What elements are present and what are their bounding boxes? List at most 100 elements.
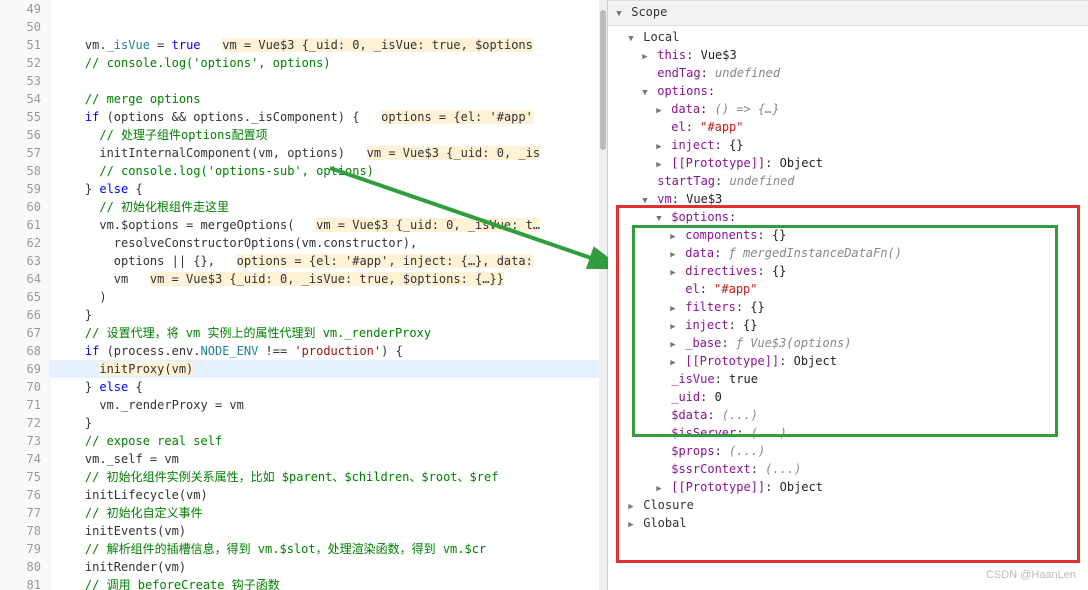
expand-icon[interactable] — [626, 514, 636, 534]
scope-var-sdata[interactable]: $data: (...) — [654, 406, 1084, 424]
scope-var-el[interactable]: el: "#app" — [654, 118, 1084, 136]
expand-icon[interactable] — [640, 190, 650, 210]
code-line[interactable]: // 调用 beforeCreate 钩子函数 — [50, 576, 607, 590]
scope-var-inject2[interactable]: inject: {} — [668, 316, 1084, 334]
code-line[interactable]: initRender(vm) — [50, 558, 607, 576]
code-line[interactable]: initInternalComponent(vm, options) vm = … — [50, 144, 607, 162]
expand-icon[interactable] — [626, 28, 636, 48]
watermark: CSDN @HaanLen — [986, 566, 1076, 584]
code-line[interactable]: initEvents(vm) — [50, 522, 607, 540]
scope-var-options2[interactable]: $options: — [654, 208, 1084, 226]
code-line[interactable]: vm.$options = mergeOptions( vm = Vue$3 {… — [50, 216, 607, 234]
expand-icon[interactable] — [668, 298, 678, 318]
expand-icon[interactable] — [654, 478, 664, 498]
local-section[interactable]: Local — [626, 28, 1084, 46]
code-line[interactable]: // 初始化自定义事件 — [50, 504, 607, 522]
scope-var-data2[interactable]: data: ƒ mergedInstanceDataFn() — [668, 244, 1084, 262]
scope-var-proto[interactable]: [[Prototype]]: Object — [654, 154, 1084, 172]
code-line[interactable]: ) — [50, 288, 607, 306]
code-line[interactable]: // 处理子组件options配置项 — [50, 126, 607, 144]
expand-icon[interactable] — [668, 334, 678, 354]
scope-var-isvue[interactable]: _isVue: true — [654, 370, 1084, 388]
scope-panel: Scope Local this: Vue$3 endTag: undefine… — [608, 0, 1088, 590]
scope-var-vm[interactable]: vm: Vue$3 — [640, 190, 1084, 208]
var-value: {} — [722, 138, 744, 152]
scope-var-starttag[interactable]: startTag: undefined — [640, 172, 1084, 190]
var-value: Object — [772, 156, 823, 170]
scope-var-base[interactable]: _base: ƒ Vue$3(options) — [668, 334, 1084, 352]
scope-var-proto2[interactable]: [[Prototype]]: Object — [668, 352, 1084, 370]
scope-var-uid[interactable]: _uid: 0 — [654, 388, 1084, 406]
var-value: (...) — [744, 426, 787, 440]
expand-icon[interactable] — [640, 46, 650, 66]
code-line[interactable]: } else { — [50, 378, 607, 396]
code-line[interactable]: // merge options — [50, 90, 607, 108]
code-content[interactable]: vm._isVue = true vm = Vue$3 {_uid: 0, _i… — [50, 0, 607, 590]
code-line[interactable]: vm vm = Vue$3 {_uid: 0, _isVue: true, $o… — [50, 270, 607, 288]
var-name: options — [657, 84, 708, 98]
code-line[interactable]: if (process.env.NODE_ENV !== 'production… — [50, 342, 607, 360]
var-name: [[Prototype]] — [685, 354, 779, 368]
scope-var-el2[interactable]: el: "#app" — [668, 280, 1084, 298]
var-value: {} — [765, 264, 787, 278]
expand-icon[interactable] — [654, 136, 664, 156]
code-line[interactable] — [50, 72, 607, 90]
code-line[interactable]: } else { — [50, 180, 607, 198]
code-line[interactable]: // 初始化组件实例关系属性，比如 $parent、$children、$roo… — [50, 468, 607, 486]
expand-icon[interactable] — [626, 496, 636, 516]
code-line[interactable]: } — [50, 414, 607, 432]
expand-icon[interactable] — [668, 262, 678, 282]
code-line[interactable]: options || {}, options = {el: '#app', in… — [50, 252, 607, 270]
code-line[interactable]: vm._renderProxy = vm — [50, 396, 607, 414]
scroll-thumb[interactable] — [600, 10, 606, 150]
expand-icon[interactable] — [668, 226, 678, 246]
expand-icon[interactable] — [654, 208, 664, 228]
code-line[interactable]: if (options && options._isComponent) { o… — [50, 108, 607, 126]
expand-icon[interactable] — [668, 244, 678, 264]
closure-section[interactable]: Closure — [626, 496, 1084, 514]
scope-title: Scope — [631, 5, 667, 19]
expand-icon[interactable] — [614, 3, 624, 23]
var-name: _uid — [671, 390, 700, 404]
scope-var-filters[interactable]: filters: {} — [668, 298, 1084, 316]
code-line[interactable]: resolveConstructorOptions(vm.constructor… — [50, 234, 607, 252]
code-line[interactable]: initLifecycle(vm) — [50, 486, 607, 504]
code-line[interactable]: // expose real self — [50, 432, 607, 450]
global-section[interactable]: Global — [626, 514, 1084, 532]
var-name: data — [685, 246, 714, 260]
code-scrollbar[interactable] — [599, 0, 607, 590]
scope-var-options[interactable]: options: — [640, 82, 1084, 100]
expand-icon[interactable] — [654, 100, 664, 120]
var-value: "#app" — [714, 282, 757, 296]
scope-var-components[interactable]: components: {} — [668, 226, 1084, 244]
code-line[interactable]: initProxy(vm) — [50, 360, 607, 378]
expand-icon[interactable] — [668, 352, 678, 372]
var-name: $isServer — [671, 426, 736, 440]
scope-var-endtag[interactable]: endTag: undefined — [640, 64, 1084, 82]
line-gutter: 4950515253545556575859606162636465666768… — [0, 0, 50, 590]
code-line[interactable]: vm._self = vm — [50, 450, 607, 468]
var-value: Object — [772, 480, 823, 494]
scope-var-inject[interactable]: inject: {} — [654, 136, 1084, 154]
code-line[interactable]: // 设置代理，将 vm 实例上的属性代理到 vm._renderProxy — [50, 324, 607, 342]
scope-var-ssr[interactable]: $ssrContext: (...) — [654, 460, 1084, 478]
scope-header[interactable]: Scope — [608, 0, 1088, 26]
code-line[interactable]: vm._isVue = true vm = Vue$3 {_uid: 0, _i… — [50, 36, 607, 54]
code-line[interactable]: // console.log('options', options) — [50, 54, 607, 72]
var-value: ƒ Vue$3(options) — [729, 336, 852, 350]
scope-var-directives[interactable]: directives: {} — [668, 262, 1084, 280]
expand-icon[interactable] — [640, 82, 650, 102]
scope-var-props[interactable]: $props: (...) — [654, 442, 1084, 460]
expand-icon[interactable] — [654, 154, 664, 174]
code-line[interactable]: // 初始化根组件走这里 — [50, 198, 607, 216]
scope-var-this[interactable]: this: Vue$3 — [640, 46, 1084, 64]
code-line[interactable]: // console.log('options-sub', options) — [50, 162, 607, 180]
scope-var-isserver[interactable]: $isServer: (...) — [654, 424, 1084, 442]
expand-icon[interactable] — [668, 316, 678, 336]
scope-var-data[interactable]: data: () => {…} — [654, 100, 1084, 118]
var-value: {} — [765, 228, 787, 242]
scope-var-proto3[interactable]: [[Prototype]]: Object — [654, 478, 1084, 496]
var-value: Vue$3 — [679, 192, 722, 206]
code-line[interactable]: // 解析组件的插槽信息，得到 vm.$slot，处理渲染函数，得到 vm.$c… — [50, 540, 607, 558]
code-line[interactable]: } — [50, 306, 607, 324]
